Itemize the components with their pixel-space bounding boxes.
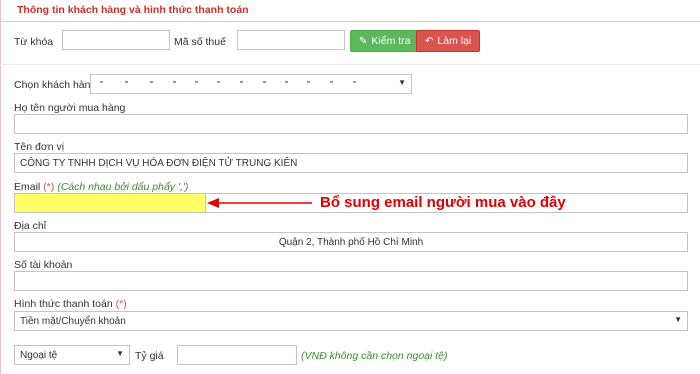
- payment-method-value: Tiền mặt/Chuyển khoản: [20, 316, 126, 327]
- customer-select[interactable]: ▼: [90, 74, 412, 94]
- email-annotation: Bổ sung email người mua vào đây: [320, 194, 566, 211]
- rate-hint: (VNĐ không cần chọn ngoại tệ): [301, 350, 448, 362]
- buyer-name-input[interactable]: [14, 114, 688, 134]
- currency-value: Ngoại tệ: [20, 350, 58, 361]
- caret-down-icon: ▼: [674, 315, 682, 324]
- account-label: Số tài khoản: [14, 259, 73, 271]
- check-button-label: Kiểm tra: [371, 35, 411, 47]
- reset-button-label: Làm lại: [437, 35, 472, 47]
- email-label-row: Email (*) (Cách nhau bởi dấu phẩy ','): [14, 181, 188, 193]
- undo-icon: ↶: [425, 36, 434, 47]
- panel-title: Thông tin khách hàng và hình thức thanh …: [17, 4, 249, 16]
- email-label: Email: [14, 181, 41, 193]
- payment-method-label: Hình thức thanh toán: [14, 298, 113, 310]
- customer-select-masked-value: [95, 81, 365, 83]
- currency-select[interactable]: Ngoại tệ ▼: [14, 345, 130, 365]
- customer-select-label: Chọn khách hàng: [14, 79, 97, 91]
- keyword-label: Từ khóa: [14, 36, 54, 48]
- address-label: Địa chỉ: [14, 220, 47, 232]
- panel-header: Thông tin khách hàng và hình thức thanh …: [0, 0, 700, 22]
- payment-method-required-mark: (*): [115, 298, 127, 310]
- keyword-input[interactable]: [62, 30, 170, 50]
- caret-down-icon: ▼: [116, 349, 124, 358]
- check-button[interactable]: ✎ Kiểm tra: [350, 30, 420, 52]
- payment-method-select[interactable]: Tiền mặt/Chuyển khoản ▼: [14, 311, 688, 331]
- arrow-left-icon: [207, 198, 312, 208]
- panel-border: [0, 0, 1, 374]
- email-required-mark: (*): [43, 181, 55, 193]
- email-hint: (Cách nhau bởi dấu phẩy ','): [57, 181, 189, 193]
- account-input[interactable]: [14, 271, 688, 291]
- buyer-name-label: Họ tên người mua hàng: [14, 102, 126, 114]
- unit-name-label: Tên đơn vị: [14, 141, 65, 153]
- tax-code-input[interactable]: [237, 30, 345, 50]
- section-divider: [0, 64, 700, 65]
- edit-icon: ✎: [359, 36, 368, 47]
- unit-name-input[interactable]: CÔNG TY TNHH DỊCH VỤ HÓA ĐƠN ĐIỆN TỬ TRU…: [14, 153, 688, 173]
- address-input[interactable]: Quận 2, Thành phố Hồ Chí Minh: [14, 232, 688, 252]
- rate-input[interactable]: [177, 345, 297, 365]
- payment-method-label-row: Hình thức thanh toán (*): [14, 298, 127, 310]
- rate-label: Tỷ giá: [135, 350, 164, 362]
- caret-down-icon: ▼: [398, 78, 406, 87]
- tax-code-label: Mã số thuế: [174, 36, 226, 48]
- email-input[interactable]: [14, 193, 206, 213]
- reset-button[interactable]: ↶ Làm lại: [416, 30, 481, 52]
